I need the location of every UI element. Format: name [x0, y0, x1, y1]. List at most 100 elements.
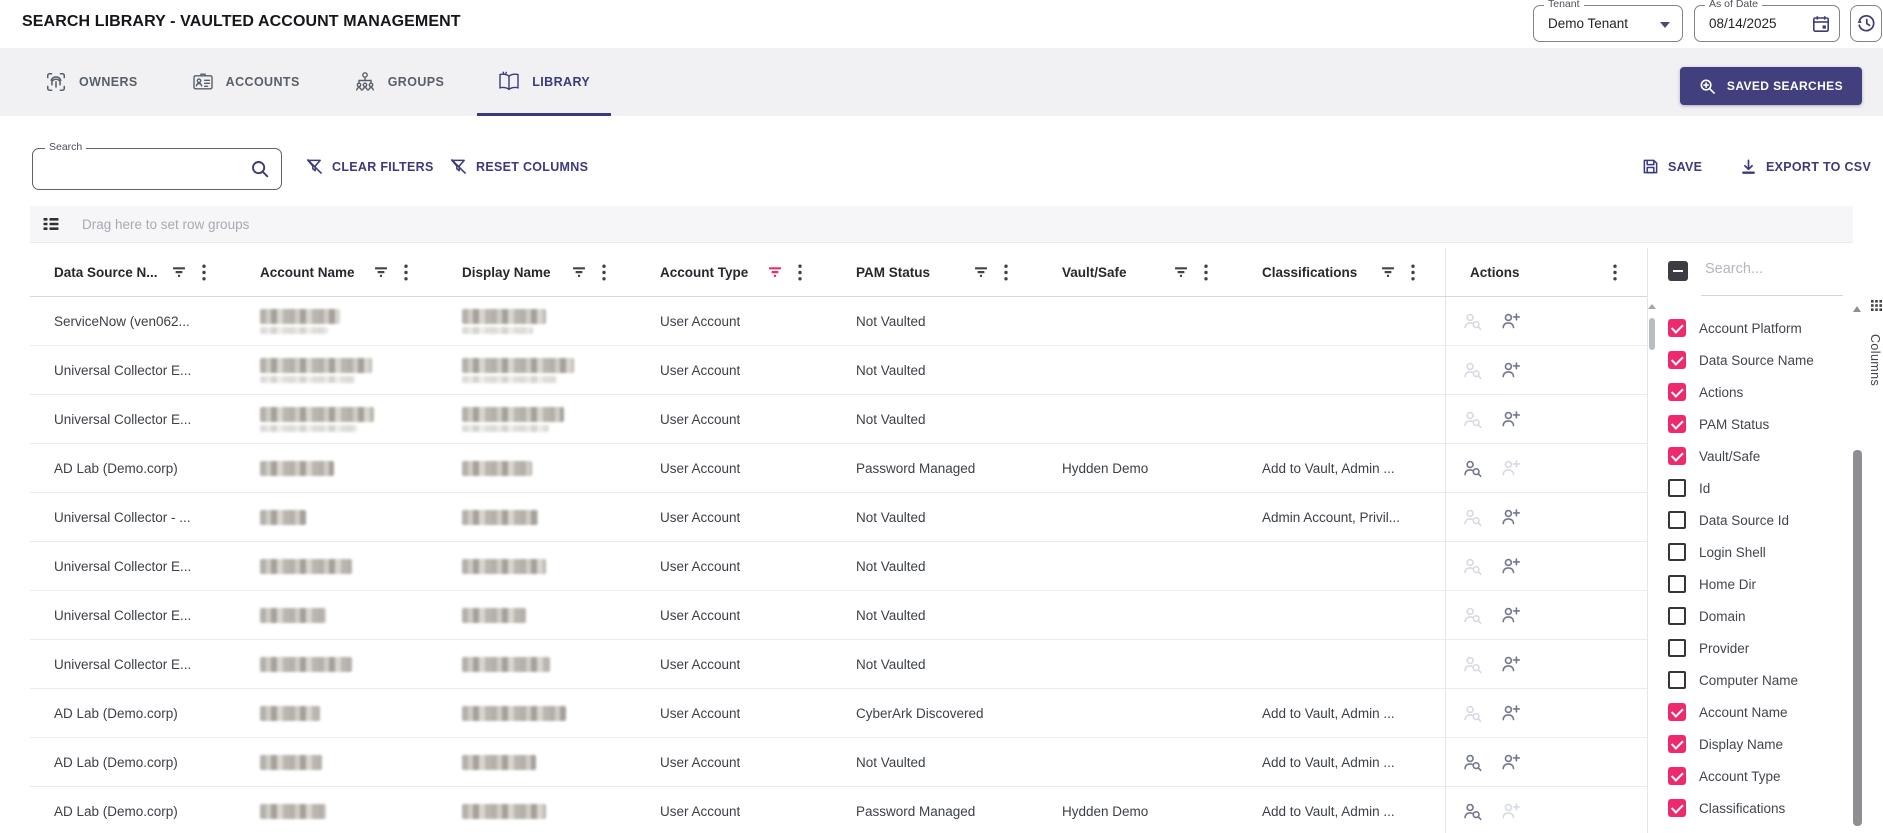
search-icon[interactable] [250, 159, 270, 179]
tab-groups[interactable]: GROUPS [327, 48, 472, 116]
filter-icon[interactable] [974, 265, 988, 279]
person-add-action-button[interactable] [1500, 703, 1521, 724]
column-menu-icon[interactable] [602, 264, 606, 281]
column-header-account-type[interactable]: Account Type [636, 248, 832, 296]
reset-columns-button[interactable]: RESET COLUMNS [450, 158, 588, 175]
column-header-vault-safe[interactable]: Vault/Safe [1038, 248, 1238, 296]
columns-tab-label[interactable]: Columns [1868, 334, 1882, 386]
column-toggle-account-platform[interactable]: Account Platform [1657, 312, 1867, 344]
column-menu-icon[interactable] [1004, 264, 1008, 281]
column-menu-icon[interactable] [1613, 264, 1617, 281]
filter-icon[interactable] [374, 265, 388, 279]
column-toggle-actions[interactable]: Actions [1657, 376, 1867, 408]
column-header-display-name[interactable]: Display Name [438, 248, 636, 296]
column-menu-icon[interactable] [798, 264, 802, 281]
filter-icon[interactable] [1381, 265, 1395, 279]
person-search-action-button[interactable] [1462, 605, 1483, 626]
tab-owners[interactable]: OWNERS [18, 48, 165, 116]
person-search-action-button[interactable] [1462, 752, 1483, 773]
tab-accounts[interactable]: ACCOUNTS [165, 48, 327, 116]
person-search-action-button[interactable] [1462, 556, 1483, 577]
column-toggle-domain[interactable]: Domain [1657, 600, 1867, 632]
history-button[interactable] [1850, 5, 1882, 42]
person-search-action-button[interactable] [1462, 458, 1483, 479]
column-toggle-data-source-id[interactable]: Data Source Id [1657, 504, 1867, 536]
column-toggle-classifications[interactable]: Classifications [1657, 792, 1867, 824]
tab-label: ACCOUNTS [226, 75, 300, 89]
chevron-down-icon[interactable] [1660, 22, 1670, 28]
person-add-action-button[interactable] [1500, 360, 1521, 381]
redacted-display-name-cell [438, 640, 636, 688]
person-search-action-button[interactable] [1462, 801, 1483, 822]
person-search-action-button[interactable] [1462, 703, 1483, 724]
data-source-cell: Universal Collector E... [30, 346, 236, 394]
grid-vertical-scrollbar[interactable] [1647, 296, 1657, 833]
column-toggle-provider[interactable]: Provider [1657, 632, 1867, 664]
library-search-field[interactable]: Search [32, 148, 282, 190]
person-search-action-button[interactable] [1462, 311, 1483, 332]
person-add-action-button[interactable] [1500, 507, 1521, 528]
filter-icon[interactable] [1174, 265, 1188, 279]
filter-icon[interactable] [572, 265, 586, 279]
column-toggle-pam-status[interactable]: PAM Status [1657, 408, 1867, 440]
column-toggle-login-shell[interactable]: Login Shell [1657, 536, 1867, 568]
column-toggle-data-source-name[interactable]: Data Source Name [1657, 344, 1867, 376]
scroll-up-arrow-icon[interactable] [1648, 304, 1656, 309]
person-add-action-button[interactable] [1500, 605, 1521, 626]
filter-icon[interactable] [768, 265, 782, 279]
grid-scrollbar-thumb[interactable] [1649, 318, 1655, 350]
column-menu-icon[interactable] [1411, 264, 1415, 281]
columns-grid-icon[interactable] [1871, 300, 1882, 311]
column-toggle-item-16[interactable] [1657, 824, 1867, 833]
column-menu-icon[interactable] [404, 264, 408, 281]
column-header-actions[interactable]: Actions [1445, 248, 1647, 296]
column-header-account-name[interactable]: Account Name [236, 248, 438, 296]
person-add-action-button[interactable] [1500, 311, 1521, 332]
person-search-action-button[interactable] [1462, 507, 1483, 528]
person-add-action-button[interactable] [1500, 556, 1521, 577]
column-header-classifications[interactable]: Classifications [1238, 248, 1445, 296]
column-header-pam-status[interactable]: PAM Status [832, 248, 1038, 296]
tenant-select[interactable]: Tenant Demo Tenant [1533, 5, 1683, 42]
table-row: ServiceNow (ven062...User AccountNot Vau… [30, 297, 1647, 346]
as-of-date-field[interactable]: As of Date 08/14/2025 [1694, 5, 1840, 42]
person-search-action-button[interactable] [1462, 654, 1483, 675]
row-group-drop-zone[interactable]: Drag here to set row groups [30, 206, 1853, 243]
save-button[interactable]: SAVE [1642, 158, 1702, 175]
column-toggle-account-type[interactable]: Account Type [1657, 760, 1867, 792]
column-header-label: Classifications [1262, 265, 1357, 280]
filter-icon[interactable] [172, 265, 186, 279]
column-toggle-computer-name[interactable]: Computer Name [1657, 664, 1867, 696]
checkbox-icon [1668, 479, 1686, 497]
column-toggle-id[interactable]: Id [1657, 472, 1867, 504]
column-menu-icon[interactable] [1204, 264, 1208, 281]
calendar-icon[interactable] [1811, 14, 1831, 34]
scroll-up-arrow-icon[interactable] [1853, 306, 1861, 312]
column-toggle-vault-safe[interactable]: Vault/Safe [1657, 440, 1867, 472]
column-panel-search-input[interactable] [1703, 260, 1845, 278]
person-add-action-button[interactable] [1500, 458, 1521, 479]
export-to-csv-button[interactable]: EXPORT TO CSV [1740, 158, 1871, 175]
person-search-action-button[interactable] [1462, 360, 1483, 381]
panel-scrollbar-thumb[interactable] [1853, 450, 1862, 826]
person-search-action-button[interactable] [1462, 409, 1483, 430]
actions-cell [1445, 542, 1647, 590]
column-header-data-source-n[interactable]: Data Source N... [30, 248, 236, 296]
column-header-label: Account Name [260, 265, 355, 280]
column-toggle-account-name[interactable]: Account Name [1657, 696, 1867, 728]
person-add-action-button[interactable] [1500, 752, 1521, 773]
clear-filters-button[interactable]: CLEAR FILTERS [306, 158, 434, 175]
column-toggle-display-name[interactable]: Display Name [1657, 728, 1867, 760]
person-add-action-button[interactable] [1500, 409, 1521, 430]
column-toggle-home-dir[interactable]: Home Dir [1657, 568, 1867, 600]
person-add-action-button[interactable] [1500, 801, 1521, 822]
select-all-columns-checkbox[interactable] [1668, 261, 1688, 281]
search-input[interactable] [45, 154, 244, 186]
saved-searches-button[interactable]: SAVED SEARCHES [1680, 67, 1862, 105]
redaction-block [462, 657, 550, 672]
person-add-action-button[interactable] [1500, 654, 1521, 675]
panel-vertical-scrollbar[interactable] [1852, 296, 1863, 833]
export-to-csv-label: EXPORT TO CSV [1766, 160, 1871, 174]
column-menu-icon[interactable] [202, 264, 206, 281]
tab-library[interactable]: LIBRARY [471, 48, 617, 116]
